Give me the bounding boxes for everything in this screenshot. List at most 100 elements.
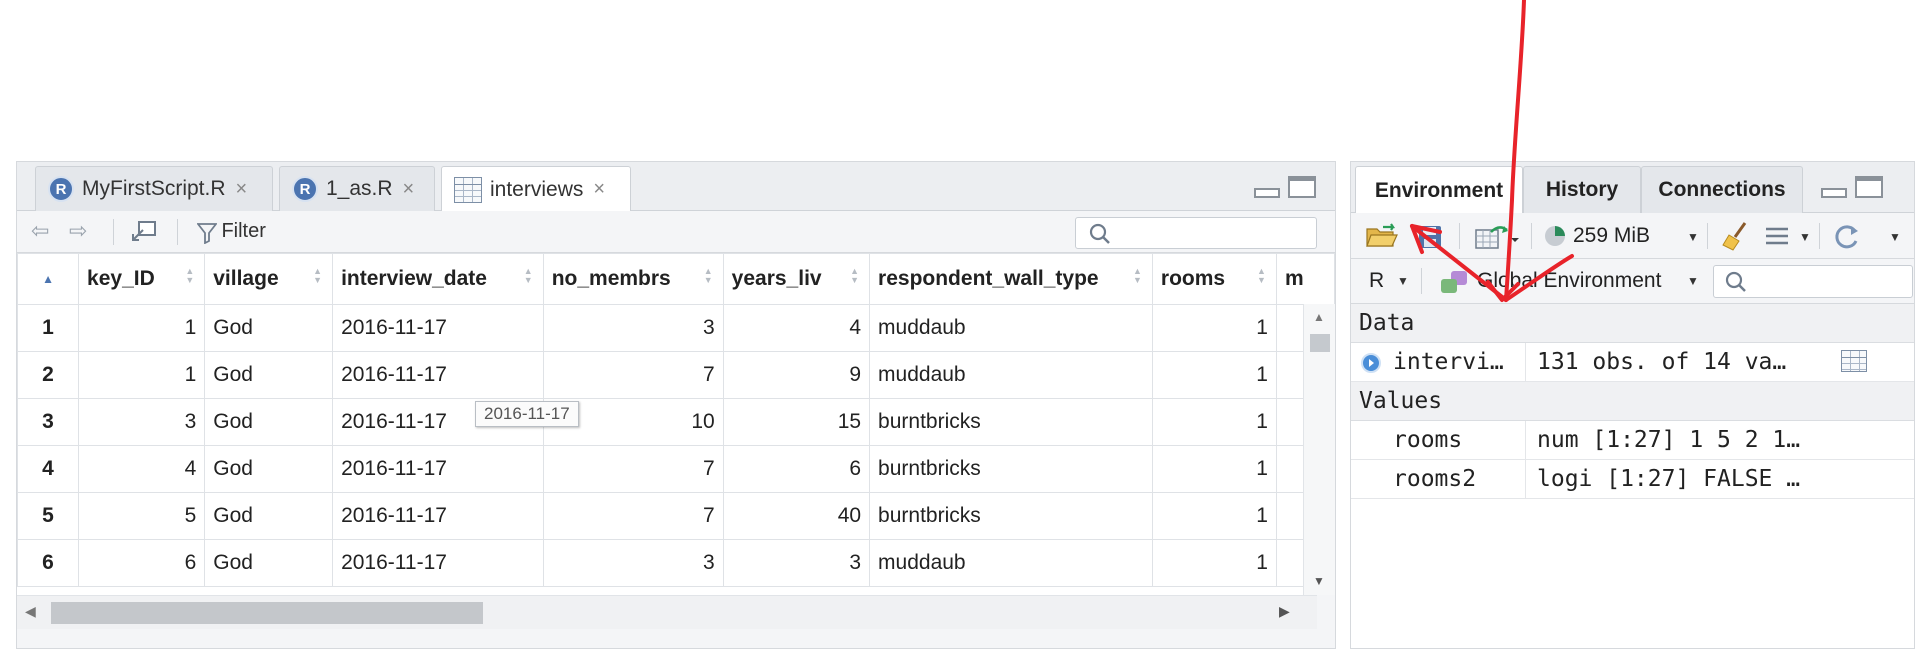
minimize-pane-icon[interactable] (1254, 188, 1280, 198)
close-icon[interactable]: × (403, 178, 415, 201)
viewer-toolbar: ⇦ ⇨ Filter (17, 211, 1335, 253)
close-icon[interactable]: × (236, 178, 248, 201)
maximize-pane-icon[interactable] (1855, 176, 1883, 198)
table-cell: 1 (1151, 398, 1277, 446)
table-cell: 2016-11-17 (332, 445, 544, 493)
column-header[interactable]: rooms ▲ ▼ (1151, 253, 1277, 305)
table-cell: 15 (722, 398, 871, 446)
popout-icon[interactable] (131, 220, 159, 242)
tab-history[interactable]: History (1523, 166, 1641, 213)
tab-environment[interactable]: Environment (1355, 166, 1523, 214)
environment-search-input[interactable] (1713, 265, 1913, 298)
scroll-right-icon[interactable]: ▶ (1279, 603, 1290, 620)
table-search-input[interactable] (1075, 217, 1317, 249)
chevron-down-icon[interactable]: ▼ (1397, 274, 1409, 288)
environment-row[interactable]: rooms2 logi [1:27] FALSE … (1351, 460, 1914, 499)
data-grid-icon (454, 176, 482, 203)
data-section-header: Data (1351, 304, 1914, 343)
environment-row[interactable]: intervi… 131 obs. of 14 va… (1351, 343, 1914, 382)
column-label: village (213, 267, 279, 290)
pane-window-controls (1821, 176, 1883, 198)
chevron-down-icon[interactable]: ▼ (1687, 230, 1699, 244)
chevron-down-icon[interactable]: ▼ (1799, 230, 1811, 244)
row-number: 6 (17, 539, 80, 587)
import-dataset-icon[interactable] (1475, 224, 1519, 250)
environment-scope-selector[interactable]: Global Environment (1477, 269, 1661, 293)
row-number: 1 (17, 304, 80, 352)
scrollbar-thumb[interactable] (51, 602, 483, 624)
column-header[interactable]: interview_date ▲ ▼ (332, 253, 544, 305)
column-header[interactable]: years_liv ▲ ▼ (722, 253, 871, 305)
cell-tooltip: 2016-11-17 (475, 401, 579, 427)
horizontal-scrollbar[interactable]: ◀ ▶ (17, 595, 1317, 629)
table-cell: 1 (1151, 492, 1277, 540)
column-header[interactable]: key_ID ▲ ▼ (78, 253, 206, 305)
sort-icon: ▲ ▼ (1257, 266, 1266, 285)
forward-arrow-icon[interactable]: ⇨ (69, 218, 87, 244)
sort-icon: ▲ ▼ (703, 266, 713, 285)
table-row: 2 1 God 2016-11-17 7 9 muddaub 1 (17, 351, 1335, 399)
vertical-scrollbar[interactable]: ▲ ▼ (1303, 304, 1335, 595)
table-cell: 1 (1151, 351, 1277, 399)
table-cell: 4 (78, 445, 206, 493)
filter-button[interactable]: Filter (196, 220, 266, 245)
tab-myfirstscript[interactable]: R MyFirstScript.R × (35, 166, 273, 211)
table-row: 3 3 God 2016-11-17 10 15 burntbricks 1 (17, 398, 1335, 446)
sort-icon: ▲ ▼ (1132, 266, 1142, 285)
variable-summary: 131 obs. of 14 va… (1537, 349, 1787, 375)
back-arrow-icon[interactable]: ⇦ (31, 218, 49, 244)
column-header[interactable]: no_membrs ▲ ▼ (542, 253, 724, 305)
table-row: 5 5 God 2016-11-17 7 40 burntbricks 1 (17, 492, 1335, 540)
list-view-icon[interactable] (1765, 226, 1789, 246)
minimize-pane-icon[interactable] (1821, 188, 1847, 198)
table-cell: 6 (722, 445, 871, 493)
broom-clear-icon[interactable] (1721, 221, 1751, 251)
close-icon[interactable]: × (593, 178, 605, 201)
table-row: 4 4 God 2016-11-17 7 6 burntbricks 1 (17, 445, 1335, 493)
table-cell: God (204, 539, 334, 587)
column-header[interactable]: village ▲ ▼ (204, 253, 334, 305)
table-row: 6 6 God 2016-11-17 3 3 muddaub 1 (17, 539, 1335, 587)
table-cell: muddaub (869, 539, 1153, 587)
environment-scope-bar: R ▼ Global Environment ▼ (1351, 259, 1914, 304)
environment-row[interactable]: rooms num [1:27] 1 5 2 1… (1351, 421, 1914, 460)
scroll-left-icon[interactable]: ◀ (25, 603, 36, 620)
language-selector[interactable]: R (1369, 269, 1384, 293)
search-icon (1725, 271, 1746, 292)
chevron-down-icon[interactable]: ▼ (1687, 274, 1699, 288)
table-cell: God (204, 351, 334, 399)
table-cell: 1 (1151, 445, 1277, 493)
column-header[interactable]: respondent_wall_type ▲ ▼ (869, 253, 1153, 305)
variable-name: rooms (1351, 421, 1526, 459)
scroll-down-icon[interactable]: ▼ (1313, 574, 1325, 588)
maximize-pane-icon[interactable] (1288, 176, 1316, 198)
table-cell: 3 (542, 539, 724, 587)
refresh-icon[interactable] (1831, 223, 1861, 251)
column-label: key_ID (87, 267, 155, 290)
column-label: m (1284, 267, 1304, 290)
filter-label: Filter (221, 220, 266, 242)
toolbar-divider (1531, 223, 1532, 249)
environment-pane: Environment History Connections 259 MiB … (1350, 161, 1915, 649)
toolbar-divider (1459, 223, 1460, 249)
values-section-header: Values (1351, 382, 1914, 421)
tab-interviews[interactable]: interviews × (441, 166, 631, 212)
table-cell: 7 (542, 445, 724, 493)
funnel-icon (196, 222, 218, 245)
tab-1-as[interactable]: R 1_as.R × (279, 166, 435, 211)
save-workspace-icon[interactable] (1417, 224, 1443, 250)
table-header-row: ▲ key_ID ▲ ▼ village ▲ ▼ interview_date ▲ ▼ no… (17, 253, 1335, 305)
row-number-header[interactable]: ▲ (17, 253, 80, 305)
column-header[interactable]: m (1275, 253, 1335, 305)
row-number: 4 (17, 445, 80, 493)
chevron-down-icon[interactable]: ▼ (1889, 230, 1901, 244)
tab-label: 1_as.R (326, 177, 393, 200)
table-cell: 3 (78, 398, 206, 446)
memory-usage-label[interactable]: 259 MiB (1573, 224, 1650, 248)
scroll-up-icon[interactable]: ▲ (1313, 310, 1325, 324)
view-data-icon[interactable] (1841, 350, 1867, 372)
tab-label: MyFirstScript.R (82, 177, 226, 200)
scrollbar-thumb[interactable] (1310, 334, 1330, 352)
open-folder-icon[interactable] (1365, 223, 1399, 249)
tab-connections[interactable]: Connections (1641, 166, 1803, 213)
